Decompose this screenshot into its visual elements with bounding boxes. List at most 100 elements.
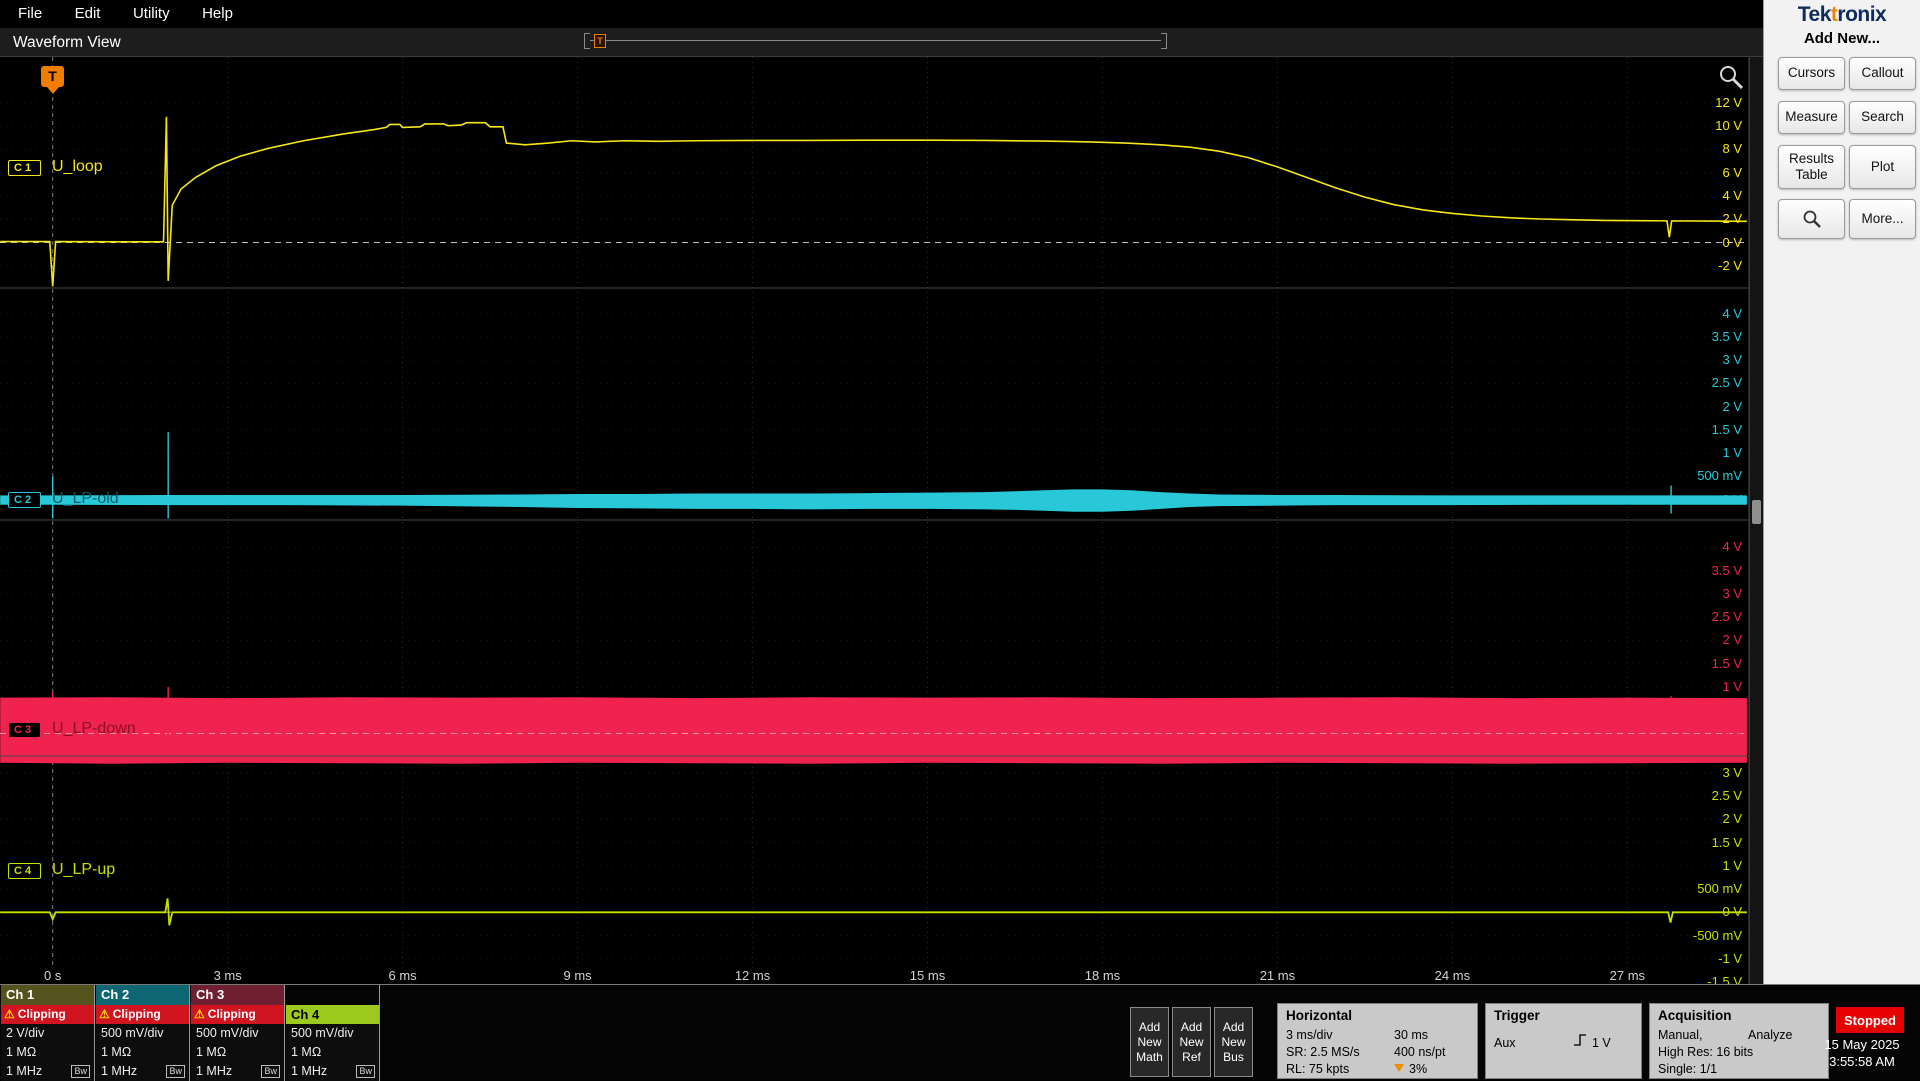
channel-selector-c3[interactable]: C 3 (8, 722, 42, 738)
axis-label-ch4: 1.5 V (1711, 834, 1742, 850)
bandwidth-ch4: 1 MHz Bw (286, 1062, 379, 1081)
axis-label-ch4: 2.5 V (1711, 788, 1742, 804)
horizontal-position: 3% (1409, 1062, 1428, 1076)
impedance-ch2: 1 MΩ (96, 1043, 189, 1062)
zoom-indicator-icon[interactable] (1716, 62, 1746, 92)
channel-selector-c1[interactable]: C 1 (8, 160, 42, 176)
channel-trace-label-ch3: U_LP-down (52, 720, 136, 737)
scale-ch2: 500 mV/div (96, 1024, 189, 1043)
trigger-panel[interactable]: Trigger Aux 1 V (1485, 1003, 1642, 1079)
vertical-scrollbar[interactable] (1749, 57, 1763, 984)
scrollbar-handle[interactable] (1752, 500, 1761, 524)
more-button[interactable]: More... (1849, 199, 1916, 239)
scale-ch1: 2 V/div (1, 1024, 94, 1043)
clipping-warning-ch2: ⚠ Clipping (96, 1005, 189, 1024)
horizontal-position-overview[interactable]: T (584, 33, 1167, 49)
bandwidth-limit-icon: Bw (261, 1065, 280, 1078)
channel-tab-ch4[interactable]: Ch 4 (286, 1005, 379, 1024)
warning-icon: ⚠ (194, 1007, 205, 1021)
horizontal-title: Horizontal (1286, 1008, 1352, 1023)
waveform-view-titlebar: Waveform View T (0, 28, 1763, 57)
axis-label-ch3: 3 V (1722, 585, 1742, 601)
menu-utility[interactable]: Utility (119, 0, 184, 28)
menu-edit[interactable]: Edit (61, 0, 115, 28)
add-ref-line2: New (1179, 1035, 1204, 1049)
menu-help[interactable]: Help (188, 0, 247, 28)
measure-button[interactable]: Measure (1778, 101, 1845, 134)
axis-label-ch1: 10 V (1715, 118, 1742, 134)
add-math-line1: Add (1138, 1020, 1161, 1034)
trigger-level-flag[interactable]: T (41, 66, 64, 87)
channel-tab-ch2[interactable]: Ch 2 (96, 985, 189, 1005)
oscilloscope-app: File Edit Utility Help Waveform View T T… (0, 0, 1920, 1081)
time-axis-label: 27 ms (1609, 968, 1646, 983)
time-axis-label: 0 s (44, 968, 62, 983)
bandwidth-ch2: 1 MHz Bw (96, 1062, 189, 1081)
acquisition-single: Single: 1/1 (1658, 1062, 1718, 1076)
bandwidth-value: 1 MHz (291, 1064, 328, 1078)
bandwidth-value: 1 MHz (101, 1064, 138, 1078)
axis-label-ch2: 1.5 V (1711, 421, 1742, 437)
channel-trace-label-ch2: U_LP-old (52, 490, 119, 507)
channel-tab-ch1[interactable]: Ch 1 (1, 985, 94, 1005)
results-table-button[interactable]: Results Table (1778, 145, 1845, 189)
axis-label-ch3: 2.5 V (1711, 609, 1742, 625)
run-stop-status[interactable]: Stopped (1836, 1007, 1904, 1033)
add-bus-button[interactable]: Add New Bus (1214, 1007, 1253, 1077)
time-axis-label: 21 ms (1259, 968, 1296, 983)
plot-button[interactable]: Plot (1849, 145, 1916, 189)
channel-card-ch1[interactable]: Ch 1 ⚠ Clipping 2 V/div 1 MΩ 1 MHz Bw (1, 985, 95, 1081)
horizontal-resolution: 400 ns/pt (1394, 1045, 1446, 1059)
add-ref-button[interactable]: Add New Ref (1172, 1007, 1211, 1077)
channel-selector-c4[interactable]: C 4 (8, 863, 42, 879)
time-axis-label: 15 ms (909, 968, 946, 983)
add-bus-line2: New (1221, 1035, 1246, 1049)
channel-trace-label-ch1: U_loop (52, 158, 103, 175)
channel-tab-ch3[interactable]: Ch 3 (191, 985, 284, 1005)
add-ref-line3: Ref (1182, 1050, 1201, 1064)
tektronix-logo: Tektronix (1764, 3, 1920, 27)
delay-icon (1394, 1064, 1404, 1072)
menu-file[interactable]: File (4, 0, 56, 28)
scale-ch3: 500 mV/div (191, 1024, 284, 1043)
clipping-label: Clipping (17, 1007, 66, 1021)
channel-tab-spacer (286, 985, 379, 1005)
axis-label-ch4: 1 V (1722, 857, 1742, 873)
clipping-warning-ch3: ⚠ Clipping (191, 1005, 284, 1024)
add-math-button[interactable]: Add New Math (1130, 1007, 1169, 1077)
clipping-label: Clipping (112, 1007, 161, 1021)
horizontal-window: 30 ms (1394, 1028, 1429, 1042)
channel-card-ch3[interactable]: Ch 3 ⚠ Clipping 500 mV/div 1 MΩ 1 MHz Bw (191, 985, 285, 1081)
zoom-mode-button[interactable] (1778, 199, 1845, 239)
impedance-ch1: 1 MΩ (1, 1043, 94, 1062)
horizontal-panel[interactable]: Horizontal 3 ms/div 30 ms SR: 2.5 MS/s 4… (1277, 1003, 1478, 1079)
view-title: Waveform View (13, 34, 121, 51)
horizontal-sample-rate: SR: 2.5 MS/s (1286, 1045, 1360, 1059)
axis-label-ch1: 2 V (1722, 211, 1742, 227)
callout-button[interactable]: Callout (1849, 57, 1916, 90)
acquisition-analyze: Analyze (1748, 1028, 1793, 1042)
axis-label-ch2: 0 V (1722, 491, 1742, 507)
system-time: 3:55:58 AM (1829, 1054, 1895, 1069)
time-axis-label: 18 ms (1084, 968, 1121, 983)
channel-card-ch4[interactable]: Ch 4 500 mV/div 1 MΩ 1 MHz Bw (286, 985, 380, 1081)
channel-card-ch2[interactable]: Ch 2 ⚠ Clipping 500 mV/div 1 MΩ 1 MHz Bw (96, 985, 190, 1081)
axis-label-ch4: 2 V (1722, 811, 1742, 827)
menu-bar: File Edit Utility Help (0, 0, 1763, 28)
warning-icon: ⚠ (99, 1007, 110, 1021)
trigger-position-marker[interactable]: T (594, 34, 606, 48)
time-axis-label: 12 ms (734, 968, 771, 983)
axis-label-ch2: 2 V (1722, 398, 1742, 414)
axis-label-ch2: 3.5 V (1711, 328, 1742, 344)
waveform-display-area[interactable] (0, 57, 1749, 984)
search-button[interactable]: Search (1849, 101, 1916, 134)
axis-label-ch1: 4 V (1722, 187, 1742, 203)
channel-selector-c2[interactable]: C 2 (8, 492, 42, 508)
axis-label-ch3: 3.5 V (1711, 562, 1742, 578)
rising-edge-icon (1574, 1034, 1586, 1046)
axis-label-ch2: 4 V (1722, 305, 1742, 321)
add-new-title: Add New... (1803, 30, 1881, 47)
time-axis-label: 24 ms (1434, 968, 1471, 983)
cursors-button[interactable]: Cursors (1778, 57, 1845, 90)
axis-label-ch2: 2.5 V (1711, 375, 1742, 391)
